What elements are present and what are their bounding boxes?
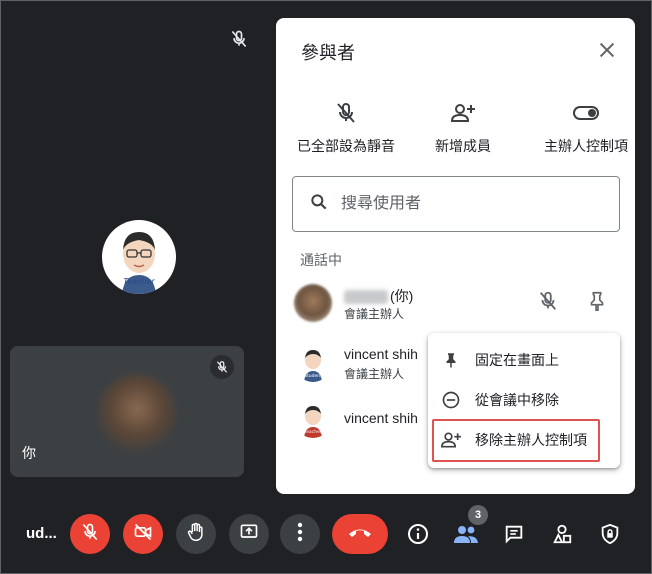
- videocam-off-icon: [132, 522, 154, 547]
- participant-row[interactable]: (你) 會議主辦人: [276, 276, 635, 332]
- meeting-stage: Teacher 你 參與者 已全部設為靜音 新增成員 主辦人控制項 搜尋使用者 …: [1, 1, 652, 574]
- present-icon: [238, 522, 260, 547]
- self-tile-label: 你: [22, 445, 36, 461]
- person-add-icon: [403, 100, 523, 126]
- search-input[interactable]: [341, 195, 619, 213]
- remove-circle-icon: [440, 389, 462, 411]
- toggle-camera-button[interactable]: [123, 514, 163, 554]
- host-controls-button[interactable]: 主辦人控制項: [526, 100, 646, 156]
- mic-off-icon: [210, 355, 234, 379]
- svg-text:Teacher: Teacher: [123, 277, 155, 286]
- chat-icon[interactable]: [500, 520, 528, 548]
- call-end-icon: [347, 525, 373, 544]
- mute-all-button[interactable]: 已全部設為靜音: [286, 100, 406, 156]
- mic-off-icon[interactable]: [537, 290, 559, 312]
- teacher-avatar: Teacher: [102, 220, 176, 294]
- host-controls-label: 主辦人控制項: [544, 138, 628, 154]
- mic-off-icon: [229, 29, 249, 49]
- in-call-section-label: 通話中: [300, 252, 342, 268]
- highlight-box: [432, 419, 600, 462]
- toggle-icon: [526, 100, 646, 126]
- info-icon[interactable]: [404, 520, 432, 548]
- svg-text:Teacher: Teacher: [303, 429, 322, 435]
- raise-hand-button[interactable]: [176, 514, 216, 554]
- self-video-tile[interactable]: 你: [10, 346, 244, 477]
- close-icon[interactable]: [596, 39, 618, 61]
- menu-item-pin[interactable]: 固定在畫面上: [428, 340, 620, 380]
- participant-name: (你): [344, 286, 413, 306]
- participant-name: vincent shih: [344, 410, 418, 426]
- mic-off-icon: [80, 522, 100, 547]
- menu-item-label: 固定在畫面上: [475, 352, 559, 368]
- leave-call-button[interactable]: [332, 514, 388, 554]
- avatar: [294, 284, 332, 322]
- participant-role: 會議主辦人: [344, 367, 405, 381]
- avatar: Student: [294, 344, 332, 382]
- participant-role: 會議主辦人: [344, 307, 405, 321]
- more-vert-icon: [297, 522, 303, 547]
- avatar: Teacher: [294, 400, 332, 438]
- participants-count-badge: 3: [468, 505, 488, 525]
- svg-text:Student: Student: [304, 373, 322, 379]
- add-people-button[interactable]: 新增成員: [403, 100, 523, 156]
- shield-lock-icon[interactable]: [596, 520, 624, 548]
- menu-item-remove[interactable]: 從會議中移除: [428, 380, 620, 420]
- pin-icon: [440, 349, 462, 371]
- activities-icon[interactable]: [548, 520, 576, 548]
- search-icon: [309, 192, 329, 217]
- more-options-button[interactable]: [280, 514, 320, 554]
- hand-icon: [185, 521, 207, 548]
- redacted-name: [344, 290, 388, 305]
- panel-title: 參與者: [301, 43, 355, 63]
- menu-item-label: 從會議中移除: [475, 392, 559, 408]
- search-field[interactable]: [292, 176, 620, 232]
- self-video-blur: [98, 374, 176, 452]
- participant-name: vincent shih: [344, 346, 418, 362]
- meeting-code: ud...: [26, 525, 57, 542]
- pin-icon[interactable]: [586, 290, 608, 312]
- present-screen-button[interactable]: [229, 514, 269, 554]
- mute-all-label: 已全部設為靜音: [297, 138, 395, 154]
- mic-off-icon: [286, 100, 406, 126]
- add-people-label: 新增成員: [435, 138, 491, 154]
- toggle-mic-button[interactable]: [70, 514, 110, 554]
